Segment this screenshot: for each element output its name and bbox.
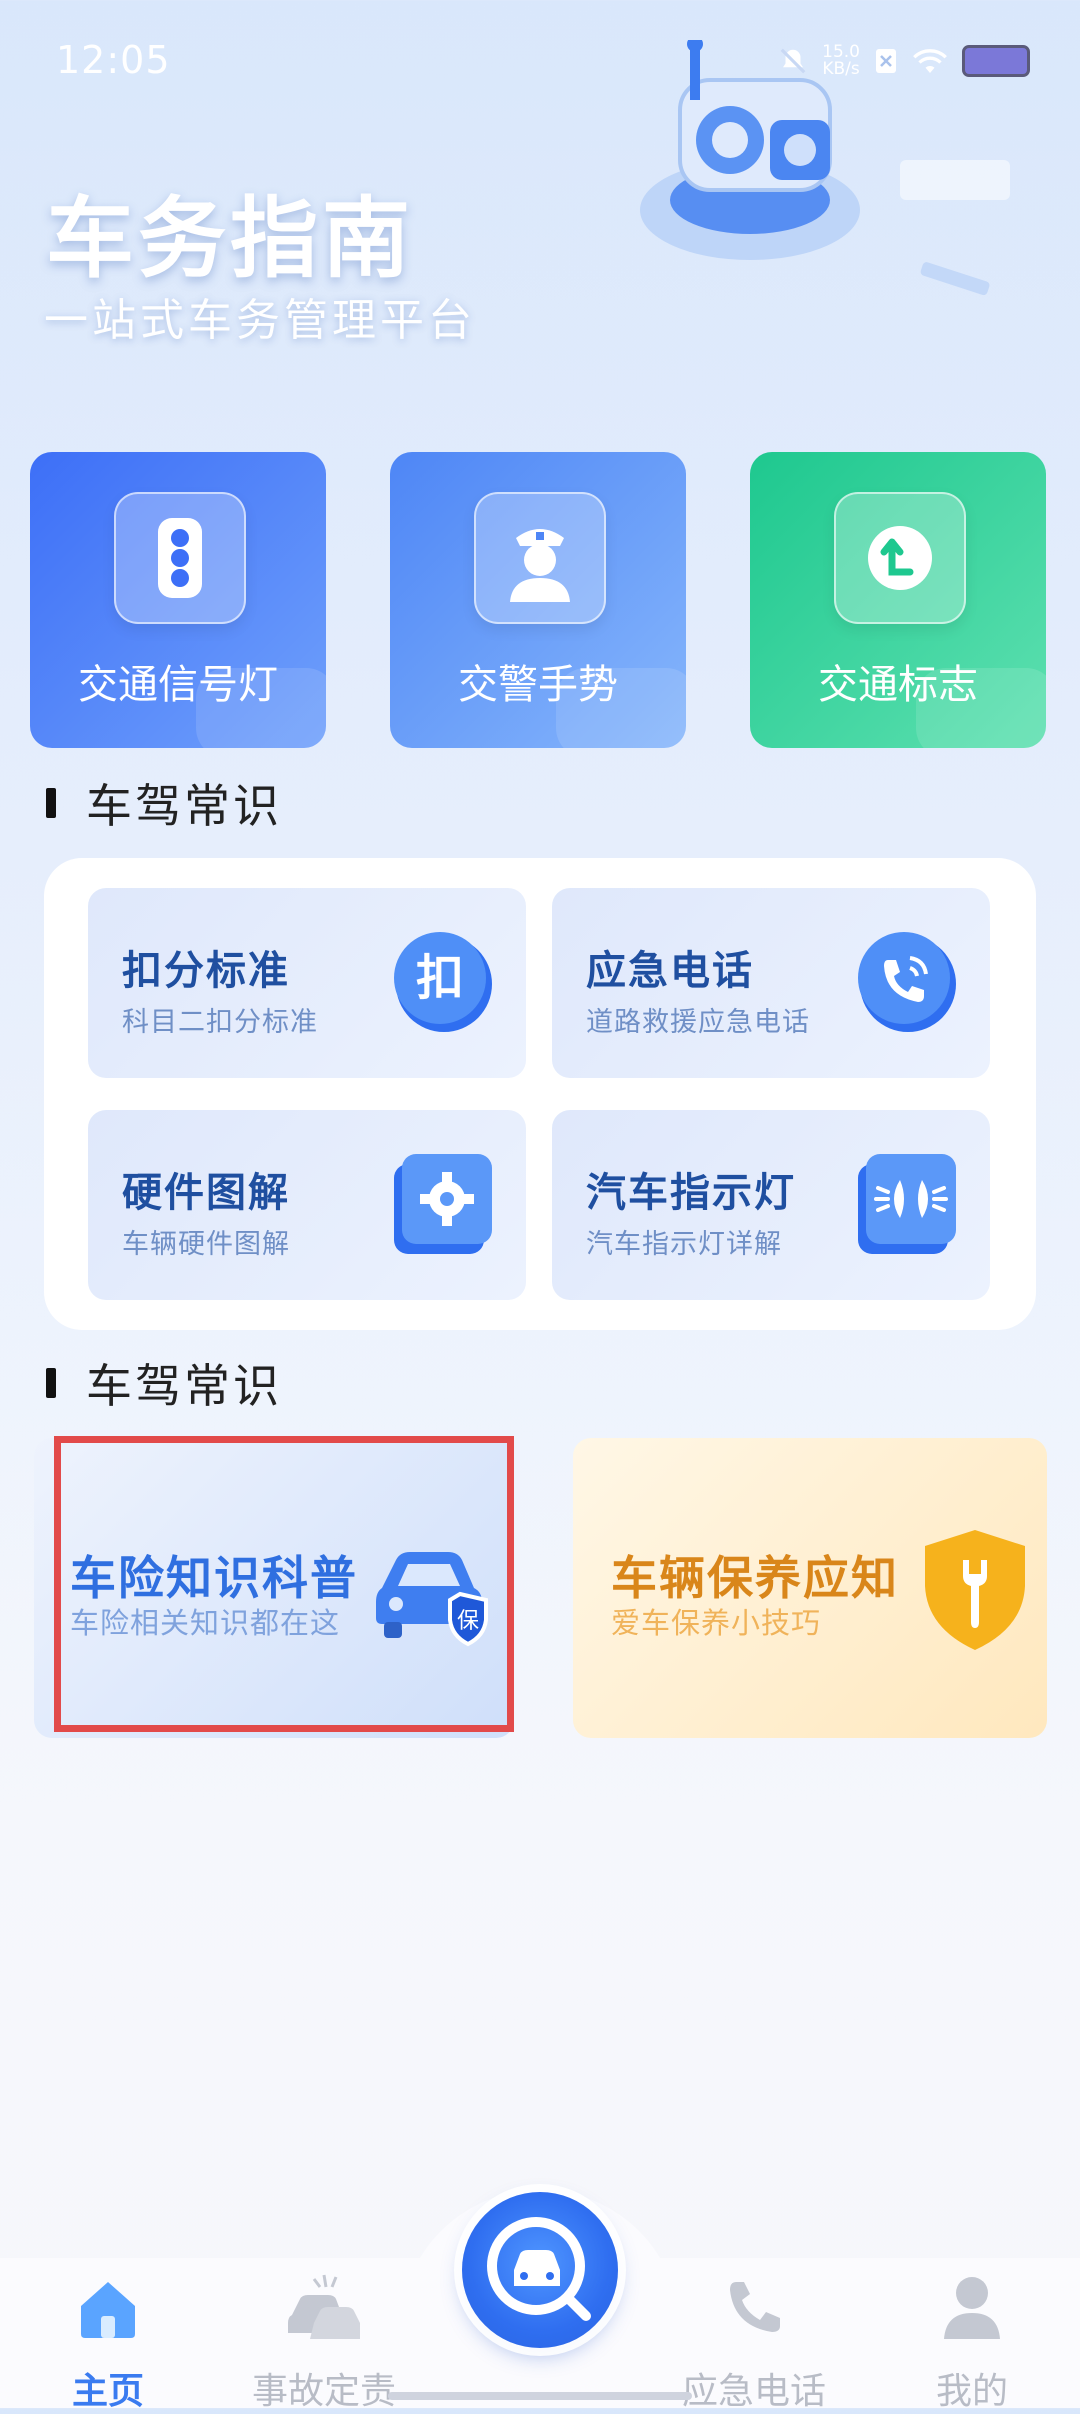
quick-card-police-gesture[interactable]: 交警手势 (390, 452, 686, 748)
nav-label: 我的 (935, 2371, 1008, 2412)
knowledge-card-indicator[interactable]: 汽车指示灯 汽车指示灯详解 (552, 1110, 990, 1300)
deduct-icon: 扣 (394, 932, 492, 1032)
section-marker (46, 1368, 56, 1398)
knowledge-card-title: 汽车指示灯 (586, 1170, 796, 1216)
section-title: 车驾常识 (86, 779, 282, 833)
indicator-light-icon (858, 1154, 956, 1254)
hero-subtitle: 一站式车务管理平台 (44, 295, 476, 346)
knowledge-card-penalty[interactable]: 扣分标准 科目二扣分标准 扣 (88, 888, 526, 1078)
knowledge-card-subtitle: 科目二扣分标准 (122, 1007, 318, 1038)
section-marker (46, 788, 56, 818)
quick-card-label: 交通标志 (818, 662, 978, 708)
feature-card-subtitle: 爱车保养小技巧 (611, 1606, 822, 1640)
knowledge-card-emergency[interactable]: 应急电话 道路救援应急电话 (552, 888, 990, 1078)
turn-sign-icon (834, 492, 966, 624)
status-time: 12:05 (56, 38, 171, 82)
center-search-button[interactable] (462, 2192, 618, 2348)
nav-label: 主页 (71, 2371, 144, 2412)
section-header: 车驾常识 (46, 1350, 282, 1416)
knowledge-card-title: 应急电话 (586, 948, 754, 994)
knowledge-card-subtitle: 道路救援应急电话 (586, 1007, 810, 1038)
feature-card-maintenance[interactable]: 车辆保养应知 爱车保养小技巧 (573, 1438, 1047, 1738)
knowledge-card-hardware[interactable]: 硬件图解 车辆硬件图解 (88, 1110, 526, 1300)
gear-icon (394, 1154, 492, 1254)
traffic-police-icon (474, 492, 606, 624)
nav-label: 应急电话 (681, 2371, 826, 2412)
shield-wrench-icon (925, 1530, 1025, 1650)
quick-card-traffic-light[interactable]: 交通信号灯 (30, 452, 326, 748)
section-header: 车驾常识 (46, 770, 282, 836)
section-title: 车驾常识 (86, 1359, 282, 1413)
highlight-box (54, 1436, 514, 1732)
home-icon (81, 2282, 135, 2338)
knowledge-card-title: 扣分标准 (122, 948, 290, 994)
svg-text:扣: 扣 (416, 950, 464, 1006)
hero-illustration (640, 40, 1010, 296)
phone-icon (730, 2282, 780, 2332)
home-indicator (388, 2392, 692, 2400)
car-search-icon (487, 2217, 591, 2321)
user-icon (944, 2277, 1000, 2339)
quick-card-label: 交警手势 (458, 662, 618, 708)
quick-card-traffic-sign[interactable]: 交通标志 (750, 452, 1046, 748)
nav-item-profile[interactable]: 我的 (872, 2270, 1072, 2414)
knowledge-card-subtitle: 车辆硬件图解 (122, 1229, 290, 1260)
quick-card-label: 交通信号灯 (78, 662, 278, 708)
knowledge-card-title: 硬件图解 (122, 1170, 290, 1216)
hero-title: 车务指南 (46, 187, 415, 290)
traffic-light-icon (114, 492, 246, 624)
car-crash-icon (288, 2274, 360, 2339)
nav-item-home[interactable]: 主页 (8, 2270, 208, 2414)
feature-card-title: 车辆保养应知 (611, 1551, 899, 1605)
nav-label: 事故定责 (251, 2371, 396, 2412)
knowledge-card-subtitle: 汽车指示灯详解 (586, 1229, 782, 1260)
phone-icon (858, 932, 956, 1032)
